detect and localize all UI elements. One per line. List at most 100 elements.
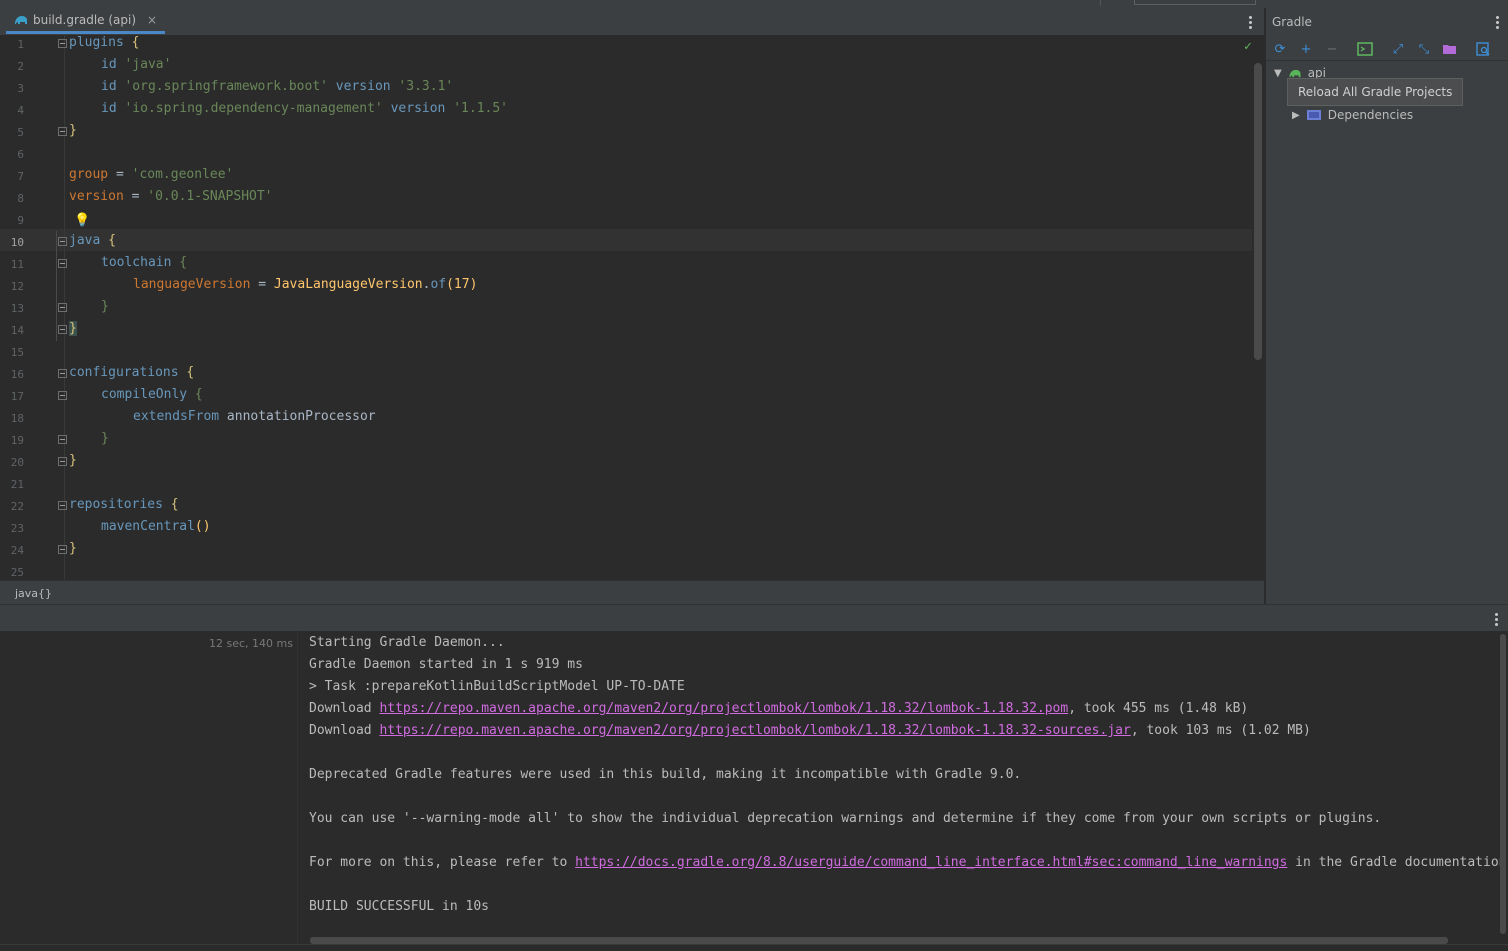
fold-marker-icon[interactable]	[58, 325, 67, 334]
execute-task-icon[interactable]	[1356, 40, 1374, 58]
current-line-highlight	[0, 229, 1252, 251]
line-number: 4	[17, 104, 24, 117]
chevron-down-icon[interactable]: ▼	[1274, 68, 1282, 79]
line-number-gutter: 1 2 3 4 5 6 7 8 9 10 11 12 13 14 15 16 1…	[0, 35, 62, 580]
console-horizontal-scrollbar[interactable]	[310, 937, 1448, 944]
code-editor[interactable]: 1 2 3 4 5 6 7 8 9 10 11 12 13 14 15 16 1…	[0, 35, 1264, 580]
token: ()	[194, 519, 211, 534]
reload-tooltip: Reload All Gradle Projects	[1287, 78, 1464, 106]
line-number: 24	[10, 544, 24, 557]
code-line: languageVersion = JavaLanguageVersion.of…	[133, 277, 477, 292]
code-line: }	[69, 123, 77, 138]
fold-marker-icon[interactable]	[58, 259, 67, 268]
gradle-elephant-icon	[1289, 69, 1301, 77]
line-number: 16	[10, 368, 24, 381]
console-text: For more on this, please refer to	[309, 855, 576, 870]
build-elapsed-time: 12 sec, 140 ms	[209, 637, 293, 650]
token: JavaLanguageVersion	[273, 277, 423, 292]
intention-bulb-icon[interactable]: 💡	[74, 213, 90, 228]
editor-options-icon[interactable]	[1249, 16, 1252, 29]
token: '1.1.5'	[445, 101, 509, 116]
token: java	[69, 233, 101, 248]
add-icon[interactable]: +	[1297, 40, 1315, 58]
console-line: > Task :prepareKotlinBuildScriptModel UP…	[309, 679, 685, 694]
console-line: For more on this, please refer to https:…	[309, 855, 1508, 870]
code-line: repositories {	[69, 497, 179, 512]
line-number: 10	[10, 236, 24, 249]
pom-download-link[interactable]: https://repo.maven.apache.org/maven2/org…	[379, 701, 1068, 716]
collapse-all-icon[interactable]: ⤡	[1415, 40, 1433, 58]
code-line: group = 'com.geonlee'	[69, 167, 233, 182]
fold-marker-icon[interactable]	[58, 127, 67, 136]
no-problems-check-icon[interactable]: ✓	[1244, 39, 1252, 54]
expand-all-icon[interactable]: ⤢	[1389, 40, 1407, 58]
fold-marker-icon[interactable]	[58, 237, 67, 246]
token: }	[69, 541, 77, 556]
reload-icon[interactable]: ⟳	[1271, 40, 1289, 58]
tree-item-dependencies[interactable]: ▶ Dependencies	[1292, 108, 1413, 122]
breadcrumb[interactable]: java{}	[15, 587, 52, 600]
fold-marker-icon[interactable]	[58, 545, 67, 554]
console-text: , took 103 ms (1.02 MB)	[1130, 723, 1311, 738]
build-console[interactable]: Starting Gradle Daemon... Gradle Daemon …	[298, 631, 1508, 950]
fold-marker-icon[interactable]	[58, 391, 67, 400]
token: =	[108, 167, 132, 182]
token: }	[69, 123, 77, 138]
token: =	[123, 189, 148, 204]
token: version	[382, 101, 446, 116]
library-icon	[1306, 110, 1321, 120]
open-folder-icon[interactable]	[1441, 40, 1459, 58]
token: mavenCentral	[101, 519, 195, 534]
toolbar-divider	[1100, 0, 1101, 6]
line-number: 21	[10, 478, 24, 491]
code-line: java {	[69, 233, 116, 248]
token: 'io.spring.dependency-management'	[116, 101, 383, 116]
token: }	[101, 431, 109, 446]
code-line: id 'java'	[101, 57, 171, 72]
chevron-right-icon[interactable]: ▶	[1292, 110, 1300, 121]
token: languageVersion	[133, 277, 251, 292]
fold-marker-icon[interactable]	[58, 39, 67, 48]
code-line: }	[69, 453, 77, 468]
editor-vertical-scrollbar[interactable]	[1254, 63, 1262, 360]
close-tab-icon[interactable]: ×	[147, 13, 157, 27]
breadcrumb-bar: java{}	[0, 580, 1264, 605]
console-vertical-scrollbar[interactable]	[1500, 634, 1506, 934]
fold-marker-icon[interactable]	[58, 457, 67, 466]
gradle-options-icon[interactable]	[1496, 16, 1499, 29]
code-line: }	[69, 321, 77, 336]
gradle-docs-link[interactable]: https://docs.gradle.org/8.8/userguide/co…	[575, 855, 1287, 870]
tab-label: build.gradle (api)	[33, 12, 137, 27]
code-line: id 'org.springframework.boot' version '3…	[101, 79, 453, 94]
token: id	[101, 57, 117, 72]
token: configurations	[69, 365, 179, 380]
gradle-toolbar: ⟳ + − ⤢ ⤡	[1266, 38, 1508, 61]
token: 'com.geonlee'	[131, 167, 234, 182]
console-text: , took 455 ms (1.48 kB)	[1068, 701, 1249, 716]
token: }	[69, 321, 77, 336]
line-number: 22	[10, 500, 24, 513]
fold-marker-icon[interactable]	[58, 303, 67, 312]
token: group	[69, 167, 109, 182]
remove-icon[interactable]: −	[1323, 40, 1341, 58]
fold-marker-icon[interactable]	[58, 435, 67, 444]
token: version	[69, 189, 124, 204]
sources-download-link[interactable]: https://repo.maven.apache.org/maven2/org…	[379, 723, 1130, 738]
token: }	[69, 453, 77, 468]
tab-build-gradle[interactable]: build.gradle (api) ×	[6, 8, 166, 34]
line-number: 1	[17, 38, 24, 51]
token: {	[178, 365, 195, 380]
run-options-icon[interactable]	[1495, 613, 1498, 626]
line-number: 3	[17, 82, 24, 95]
line-number: 20	[10, 456, 24, 469]
run-config-selector[interactable]	[1134, 0, 1256, 5]
line-number: 18	[10, 412, 24, 425]
token: {	[171, 255, 188, 270]
fold-marker-icon[interactable]	[58, 501, 67, 510]
token: version	[327, 79, 391, 94]
console-line: Download https://repo.maven.apache.org/m…	[309, 701, 1248, 716]
console-line: Gradle Daemon started in 1 s 919 ms	[309, 657, 583, 672]
analyze-dependencies-icon[interactable]	[1474, 40, 1492, 58]
fold-marker-icon[interactable]	[58, 369, 67, 378]
code-line: extendsFrom annotationProcessor	[133, 409, 376, 424]
